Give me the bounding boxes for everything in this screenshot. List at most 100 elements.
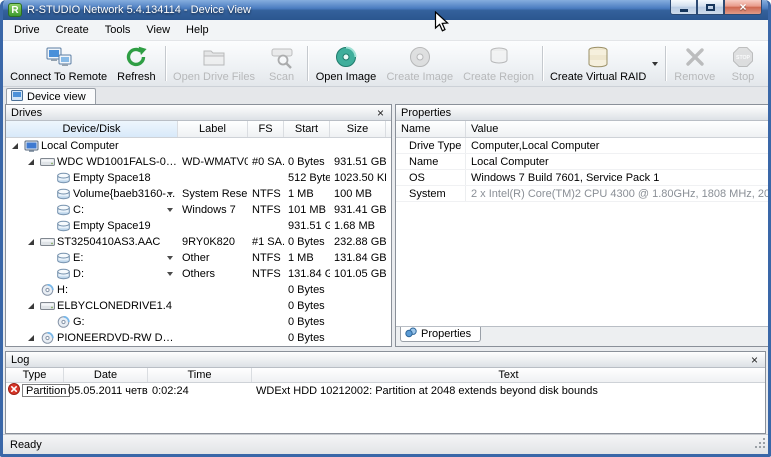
- partition-icon: [56, 220, 73, 232]
- size-cell: [330, 298, 386, 314]
- toolbar-scan-button: Scan: [260, 42, 304, 85]
- properties-icon: [405, 327, 417, 341]
- drives-panel: Drives × Device/DiskLabelFSStartSize Loc…: [5, 104, 392, 347]
- drive-row[interactable]: WDC WD1001FALS-00J...WD-WMATV0...#0 SA..…: [6, 154, 391, 170]
- drive-row[interactable]: Local Computer: [6, 138, 391, 154]
- expand-arrow-icon[interactable]: [12, 143, 24, 149]
- drives-column-header-device-disk[interactable]: Device/Disk: [6, 121, 178, 137]
- start-cell: 0 Bytes: [284, 330, 330, 346]
- toolbar-create-virtual-raid-dropdown[interactable]: [651, 42, 662, 85]
- property-name: System: [396, 186, 466, 201]
- drives-column-header-size[interactable]: Size: [330, 121, 386, 137]
- toolbar-open-drive-files-button: Open Drive Files: [168, 42, 259, 85]
- log-row[interactable]: Partition05.05.2011 четв...0:02:24WDExt …: [6, 383, 765, 398]
- tab-device-view[interactable]: Device view: [6, 88, 96, 104]
- titlebar[interactable]: R R-STUDIO Network 5.4.134114 - Device V…: [3, 0, 768, 20]
- toolbar-button-label: Refresh: [117, 71, 156, 83]
- device-name: ST3250410AS3.AAC: [57, 236, 160, 248]
- log-panel: Log × TypeDateTimeText Partition05.05.20…: [5, 351, 766, 434]
- drives-panel-header: Drives ×: [6, 105, 391, 121]
- remote-computer-icon: [46, 45, 72, 69]
- log-column-header-date[interactable]: Date: [64, 368, 148, 382]
- log-close-icon[interactable]: ×: [749, 354, 760, 366]
- close-button[interactable]: ×: [724, 0, 762, 15]
- properties-panel-title: Properties: [401, 107, 451, 119]
- start-cell: 931.51 GB: [284, 218, 330, 234]
- start-cell: 1 MB: [284, 250, 330, 266]
- expand-arrow-icon[interactable]: [28, 303, 40, 309]
- fs-cell: [248, 314, 284, 330]
- drives-close-icon[interactable]: ×: [375, 107, 386, 119]
- mount-dropdown-icon[interactable]: [167, 256, 173, 260]
- drive-row[interactable]: PIONEERDVD-RW DVR-...0 Bytes: [6, 330, 391, 346]
- properties-column-header-value[interactable]: Value: [466, 121, 771, 137]
- mount-dropdown-icon[interactable]: [167, 208, 173, 212]
- scan-icon: [270, 45, 294, 69]
- drives-column-header-fs[interactable]: FS: [248, 121, 284, 137]
- drive-row[interactable]: Empty Space19931.51 GB1.68 MB: [6, 218, 391, 234]
- drive-row[interactable]: Volume{baeb3160-...System Reser...NTFS1 …: [6, 186, 391, 202]
- expand-arrow-icon[interactable]: [28, 239, 40, 245]
- properties-body: Drive TypeComputer,Local ComputerNameLoc…: [396, 138, 771, 326]
- toolbar-button-label: Stop: [732, 71, 755, 83]
- drives-column-header-start[interactable]: Start: [284, 121, 330, 137]
- drives-tree: Local ComputerWDC WD1001FALS-00J...WD-WM…: [6, 138, 391, 346]
- drive-row[interactable]: H:0 Bytes: [6, 282, 391, 298]
- chevron-down-icon: [652, 62, 658, 66]
- drive-row[interactable]: ST3250410AS3.AAC9RY0K820#1 SA...0 Bytes2…: [6, 234, 391, 250]
- expand-arrow-icon[interactable]: [28, 159, 40, 165]
- tab-properties[interactable]: Properties: [400, 327, 481, 342]
- drive-row[interactable]: C:Windows 7NTFS101 MB931.41 GB: [6, 202, 391, 218]
- device-cell: Empty Space18: [6, 170, 178, 186]
- fs-cell: #1 SA...: [248, 234, 284, 250]
- partition-icon: [56, 172, 73, 184]
- menu-drive[interactable]: Drive: [6, 21, 48, 39]
- resize-grip[interactable]: [754, 437, 767, 453]
- menu-tools[interactable]: Tools: [97, 21, 139, 39]
- minimize-button[interactable]: [670, 0, 697, 15]
- maximize-button[interactable]: [697, 0, 724, 15]
- toolbar-create-virtual-raid-button[interactable]: Create Virtual RAID: [546, 42, 651, 85]
- toolbar-connect-to-remote-button[interactable]: Connect To Remote: [6, 42, 111, 85]
- cd-icon: [40, 332, 57, 344]
- label-cell: [178, 282, 248, 298]
- device-cell: Local Computer: [6, 138, 178, 154]
- menu-help[interactable]: Help: [178, 21, 217, 39]
- statusbar: Ready: [3, 434, 768, 454]
- drives-column-header: Device/DiskLabelFSStartSize: [6, 121, 391, 138]
- toolbar-refresh-button[interactable]: Refresh: [111, 42, 161, 85]
- drives-column-header-label[interactable]: Label: [178, 121, 248, 137]
- mount-dropdown-icon[interactable]: [167, 192, 173, 196]
- drive-row[interactable]: G:0 Bytes: [6, 314, 391, 330]
- log-column-header-type[interactable]: Type: [6, 368, 64, 382]
- log-panel-title: Log: [11, 354, 29, 366]
- log-column-header-text[interactable]: Text: [252, 368, 765, 382]
- fs-cell: NTFS: [248, 250, 284, 266]
- property-row[interactable]: Drive TypeComputer,Local Computer: [396, 138, 771, 154]
- toolbar-button-label: Create Virtual RAID: [550, 71, 646, 83]
- app-icon: R: [8, 3, 22, 17]
- property-name: OS: [396, 170, 466, 185]
- log-column-header-time[interactable]: Time: [148, 368, 252, 382]
- properties-column-header-name[interactable]: Name: [396, 121, 466, 137]
- drive-row[interactable]: ELBYCLONEDRIVE1.40 Bytes: [6, 298, 391, 314]
- property-row[interactable]: NameLocal Computer: [396, 154, 771, 170]
- drive-row[interactable]: Empty Space18512 Bytes1023.50 KB: [6, 170, 391, 186]
- property-row[interactable]: OSWindows 7 Build 7601, Service Pack 1: [396, 170, 771, 186]
- size-cell: [330, 282, 386, 298]
- menu-create[interactable]: Create: [48, 21, 97, 39]
- log-text-cell: WDExt HDD 10212002: Partition at 2048 ex…: [252, 383, 765, 398]
- property-value: Windows 7 Build 7601, Service Pack 1: [466, 170, 771, 185]
- drive-row[interactable]: D:OthersNTFS131.84 GB101.05 GB: [6, 266, 391, 282]
- expand-arrow-icon[interactable]: [28, 335, 40, 341]
- toolbar-open-image-button[interactable]: Open Image: [310, 42, 381, 85]
- mount-dropdown-icon[interactable]: [167, 272, 173, 276]
- label-cell: 9RY0K820: [178, 234, 248, 250]
- menu-view[interactable]: View: [138, 21, 178, 39]
- start-cell: 0 Bytes: [284, 154, 330, 170]
- property-row[interactable]: System2 x Intel(R) Core(TM)2 CPU 4300 @ …: [396, 186, 771, 202]
- label-cell: [178, 330, 248, 346]
- device-cell: H:: [6, 282, 178, 298]
- drive-row[interactable]: E:OtherNTFS1 MB131.84 GB: [6, 250, 391, 266]
- open-drive-files-icon: [202, 45, 226, 69]
